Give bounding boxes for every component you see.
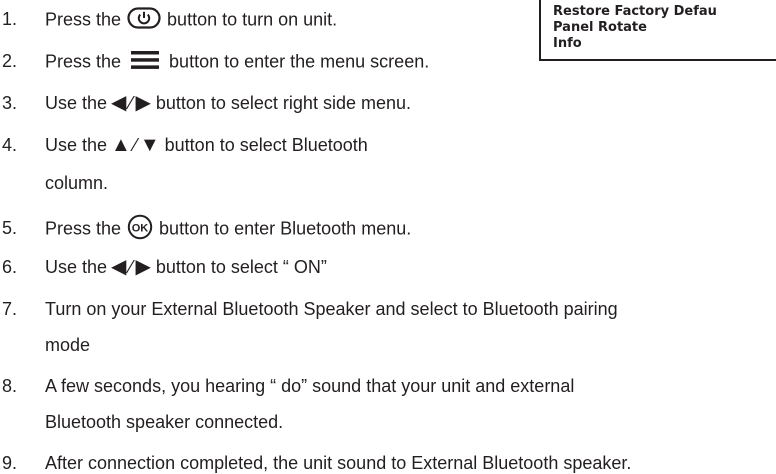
step-5: 5. Press the OK button to enter Bluetooth m… — [0, 214, 411, 245]
step-number: 6. — [2, 257, 18, 277]
step-1: 1. Press the button to turn on unit. — [0, 7, 337, 34]
step-text-continued: Bluetooth speaker connected. — [45, 412, 284, 432]
right-arrow-icon: ▶ — [135, 256, 152, 278]
step-text-pre: Use the — [45, 257, 108, 277]
step-text-post: button to select Bluetooth — [164, 135, 368, 155]
step-number: 7. — [2, 299, 18, 319]
step-text-pre: Use the — [45, 135, 108, 155]
svg-text:OK: OK — [132, 222, 149, 234]
step-text-post: button to enter Bluetooth menu. — [159, 218, 412, 239]
step-6: 6. Use the ◀ ⁄ ▶ button to select “ ON” — [0, 256, 327, 278]
step-text: A few seconds, you hearing “ do” sound t… — [45, 376, 575, 396]
ok-icon: OK — [127, 214, 153, 245]
slash-glyph: ⁄ — [129, 257, 134, 277]
step-number: 3. — [2, 93, 18, 113]
step-text-continued: mode — [45, 335, 91, 355]
step-2: 2. Press the button to enter the menu scre… — [0, 50, 429, 75]
step-text-pre: Press the — [45, 218, 122, 239]
down-arrow-icon: ▼ — [139, 134, 161, 156]
step-3: 3. Use the ◀ ⁄ ▶ button to select right side … — [0, 92, 411, 114]
step-text-post: button to select “ ON” — [155, 257, 327, 277]
up-down-arrows-icon: ▲ ⁄ ▼ — [111, 134, 161, 156]
left-right-arrows-icon: ◀ ⁄ ▶ — [111, 92, 152, 114]
step-text-pre: Use the — [45, 93, 108, 113]
step-text-post: button to turn on unit. — [167, 9, 338, 30]
step-number: 4. — [2, 135, 18, 155]
menu-item-panel-rotate: Panel Rotate — [553, 20, 647, 35]
menu-item-restore-factory-default: Restore Factory Defau — [553, 4, 717, 19]
menu-item-info: Info — [553, 36, 582, 51]
step-number: 2. — [2, 51, 18, 72]
step-text: Turn on your External Bluetooth Speaker … — [45, 299, 618, 319]
slash-glyph: ⁄ — [133, 135, 138, 155]
step-text-post: button to enter the menu screen. — [169, 51, 430, 72]
left-arrow-icon: ◀ — [111, 256, 128, 278]
power-icon — [127, 7, 161, 34]
step-8: 8. A few seconds, you hearing “ do” sound… — [0, 375, 574, 433]
step-number: 9. — [2, 453, 18, 473]
left-right-arrows-icon: ◀ ⁄ ▶ — [111, 256, 152, 278]
step-4: 4. Use the ▲ ⁄ ▼ button to select Bluetooth c… — [0, 134, 368, 194]
menu-icon — [131, 50, 160, 75]
slash-glyph: ⁄ — [129, 93, 134, 113]
step-number: 8. — [2, 376, 18, 396]
up-arrow-icon: ▲ — [111, 134, 132, 156]
step-text-pre: Press the — [45, 51, 122, 72]
step-9: 9. After connection completed, the unit s… — [0, 452, 631, 474]
step-number: 5. — [2, 218, 18, 239]
step-text: After connection completed, the unit sou… — [45, 453, 632, 473]
step-text-pre: Press the — [45, 9, 122, 30]
menu-screen-panel: Restore Factory Defau Panel Rotate Info — [539, 0, 776, 61]
step-7: 7. Turn on your External Bluetooth Speake… — [0, 298, 618, 356]
step-text-continued: column. — [45, 173, 109, 193]
step-text-post: button to select right side menu. — [155, 93, 411, 113]
right-arrow-icon: ▶ — [135, 92, 152, 114]
left-arrow-icon: ◀ — [111, 92, 128, 114]
step-number: 1. — [2, 9, 18, 30]
